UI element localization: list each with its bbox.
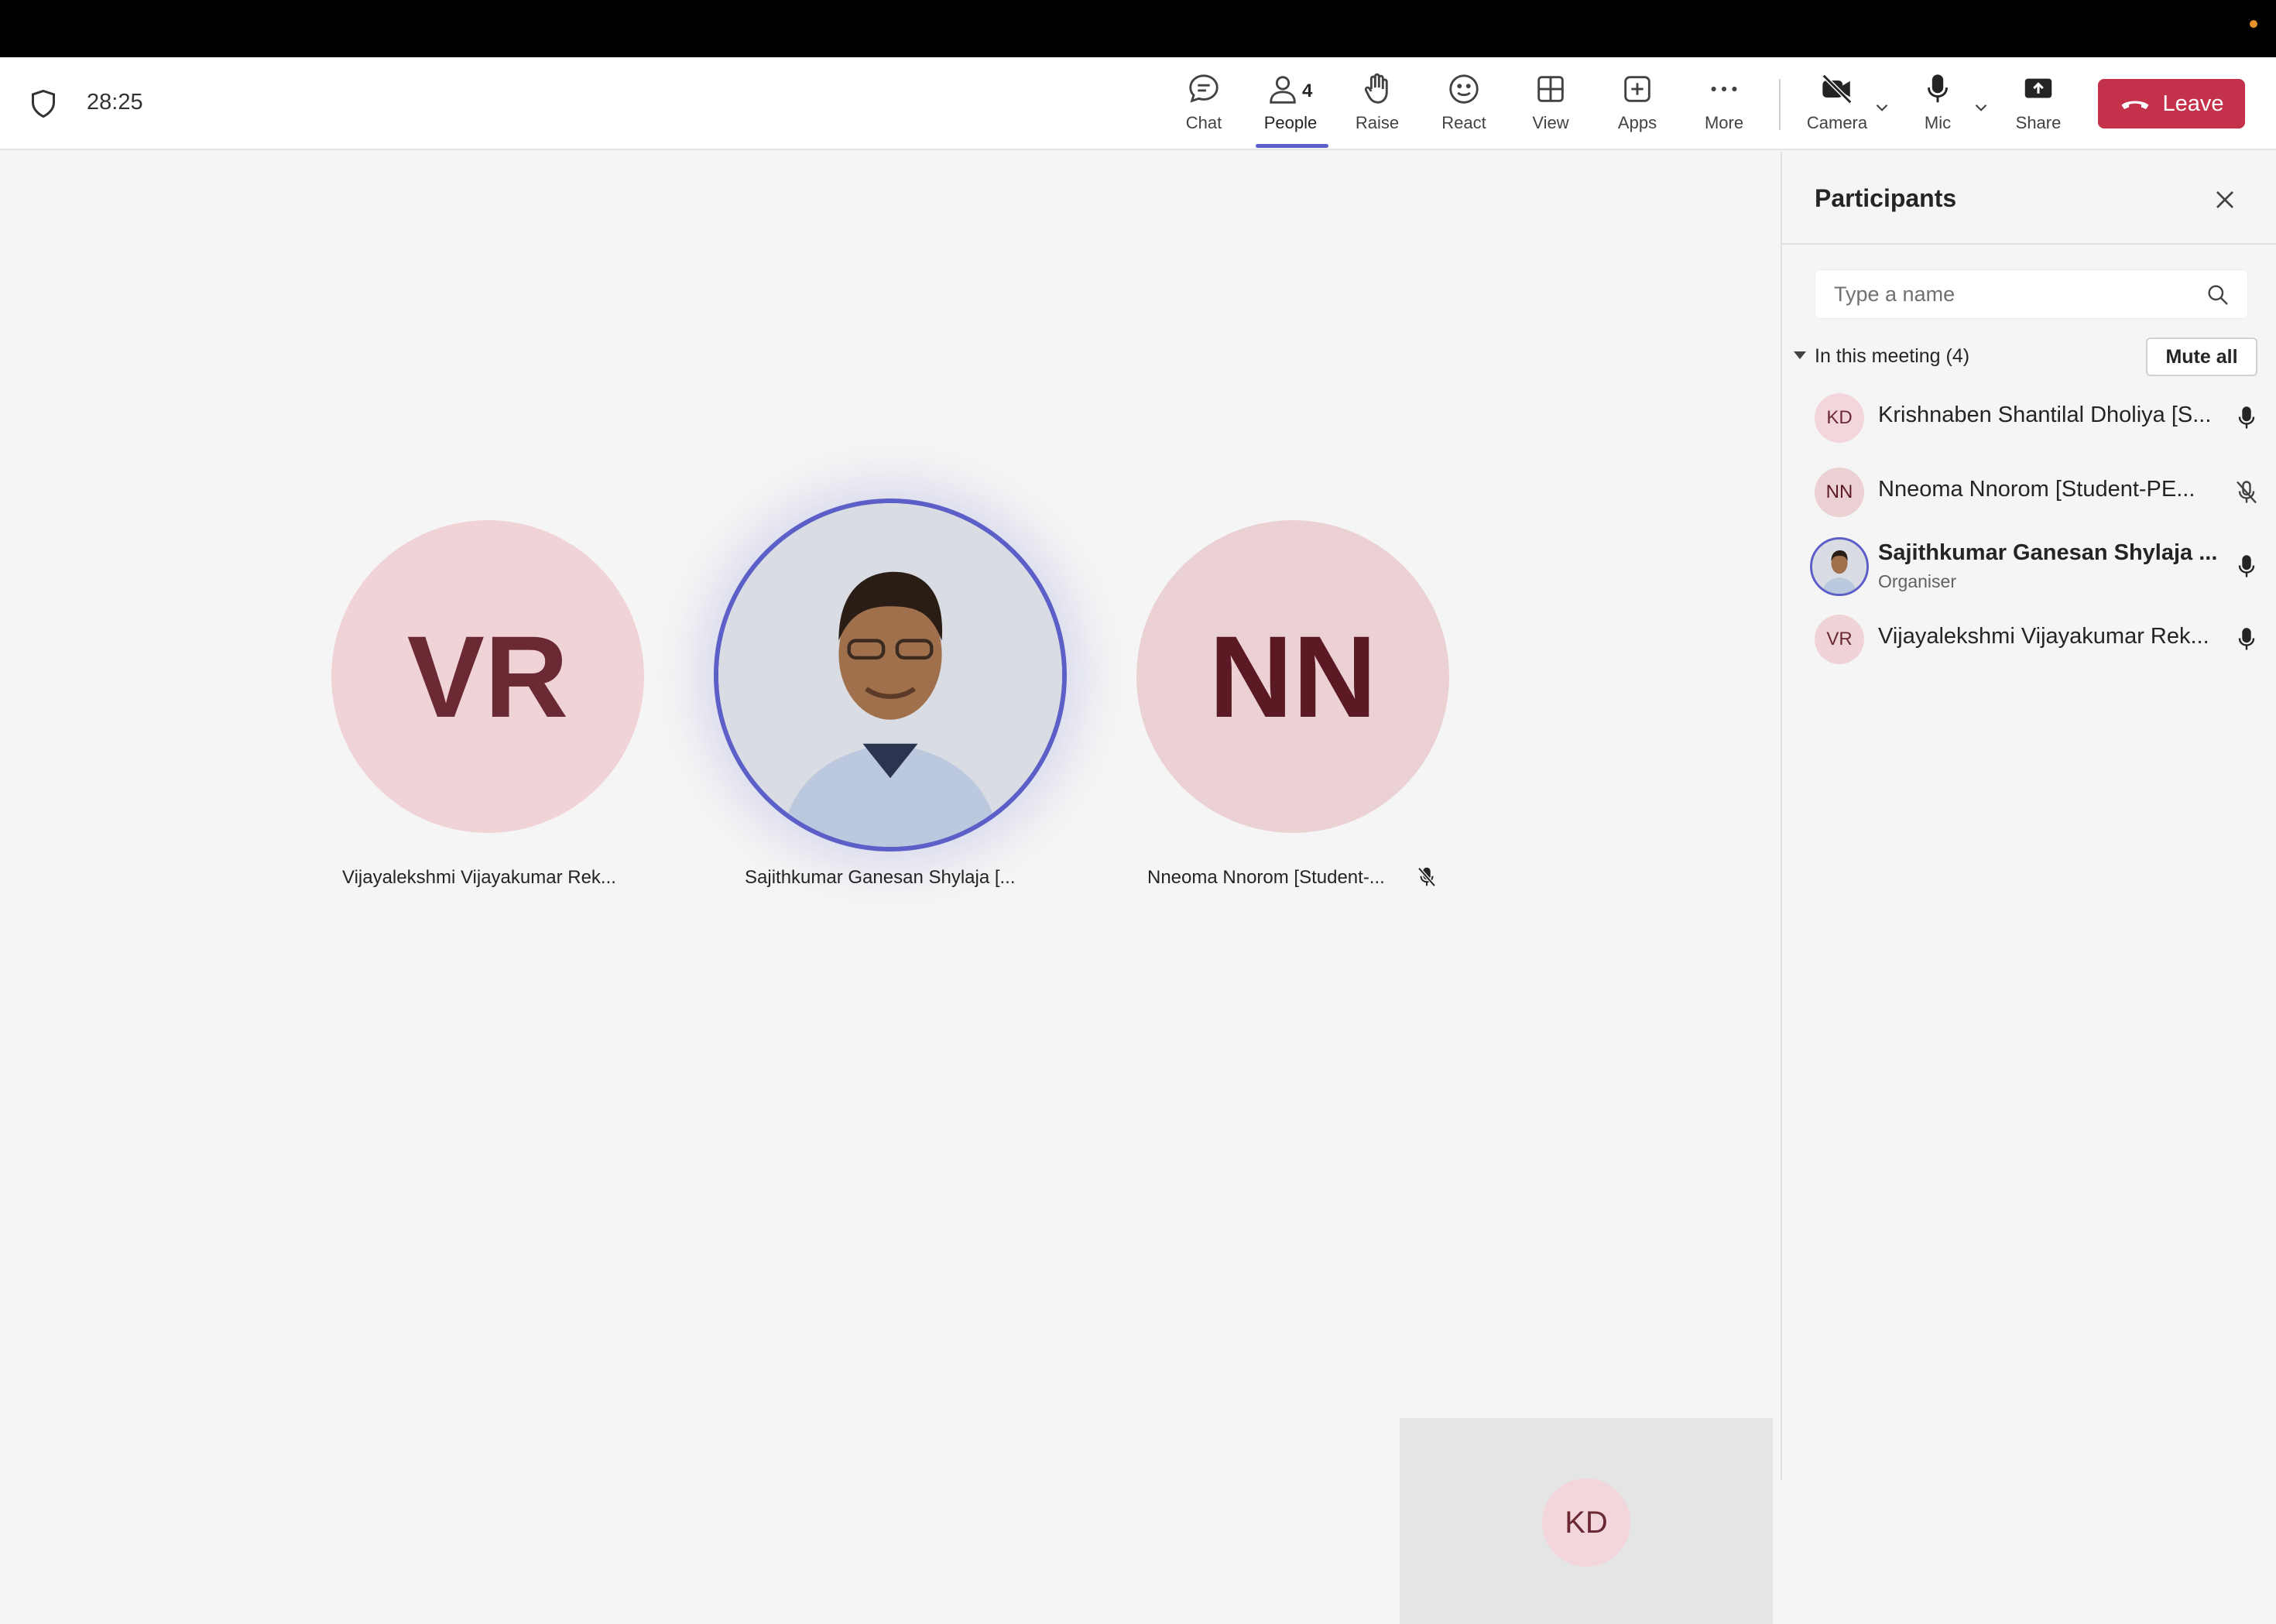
react-button[interactable]: React	[1421, 71, 1507, 141]
plus-square-icon	[1624, 76, 1650, 102]
microphone-icon	[2238, 555, 2255, 577]
hand-icon	[1364, 73, 1388, 104]
close-icon[interactable]	[2209, 184, 2240, 215]
meeting-toolbar: 28:25 Chat People 4 Raise React View App…	[0, 57, 2276, 150]
leave-button[interactable]: Leave	[2098, 79, 2245, 128]
more-label: More	[1704, 113, 1744, 132]
search-icon[interactable]	[2206, 283, 2230, 307]
panel-title: Participants	[1815, 184, 1957, 212]
search-input[interactable]	[1834, 270, 2190, 318]
avatar-photo	[1810, 537, 1869, 596]
participant-name: Krishnaben Shantilal Dholiya [S...	[1878, 403, 2212, 427]
microphone-icon	[1928, 74, 1948, 103]
avatar: NN	[1136, 520, 1449, 833]
smiley-icon	[1449, 74, 1479, 104]
participant-row[interactable]: KD Krishnaben Shantilal Dholiya [S...	[1815, 389, 2264, 447]
caret-down-icon[interactable]	[1793, 350, 1807, 361]
people-button[interactable]: People	[1247, 71, 1334, 141]
chat-icon	[1189, 74, 1219, 103]
share-screen-icon	[2024, 78, 2052, 98]
tile-name: Sajithkumar Ganesan Shylaja [...	[745, 867, 1016, 888]
leave-label: Leave	[2162, 91, 2224, 116]
os-menu-bar	[0, 0, 2276, 57]
share-label: Share	[2015, 113, 2062, 132]
grid-icon	[1537, 76, 1564, 102]
panel-divider	[1782, 243, 2276, 245]
raise-hand-button[interactable]: Raise	[1334, 71, 1421, 141]
tile-name: Vijayalekshmi Vijayakumar Rek...	[342, 867, 616, 888]
camera-label: Camera	[1806, 113, 1868, 132]
meeting-timer: 28:25	[87, 90, 143, 115]
camera-options-chevron-down-icon[interactable]	[1872, 98, 1892, 118]
avatar: VR	[331, 520, 644, 833]
shield-icon[interactable]	[29, 88, 57, 119]
meeting-stage: VR Vijayalekshmi Vijayakumar Rek... Saji…	[0, 152, 1781, 1624]
recording-indicator-dot	[2250, 20, 2257, 28]
avatar: KD	[1815, 393, 1864, 443]
people-label: People	[1263, 113, 1318, 132]
view-button[interactable]: View	[1507, 71, 1594, 141]
participant-row-organiser[interactable]: Sajithkumar Ganesan Shylaja ... Organise…	[1810, 536, 2264, 596]
microphone-icon	[2238, 406, 2255, 429]
mic-button[interactable]: Mic	[1894, 71, 1981, 141]
react-label: React	[1441, 113, 1486, 132]
avatar-photo	[714, 499, 1067, 851]
microphone-icon	[2238, 628, 2255, 650]
chat-button[interactable]: Chat	[1160, 71, 1247, 141]
mic-label: Mic	[1924, 113, 1952, 132]
person-icon	[1270, 76, 1296, 104]
camera-button[interactable]: Camera	[1794, 71, 1880, 141]
section-label: In this meeting (4)	[1815, 345, 1970, 367]
participant-name: Vijayalekshmi Vijayakumar Rek...	[1878, 624, 2209, 649]
apps-button[interactable]: Apps	[1594, 71, 1681, 141]
camera-off-icon	[1822, 74, 1853, 104]
view-label: View	[1532, 113, 1569, 132]
more-button[interactable]: More	[1681, 71, 1767, 141]
people-active-indicator	[1256, 144, 1328, 148]
mic-options-chevron-down-icon[interactable]	[1971, 98, 1991, 118]
person-photo-icon	[1812, 540, 1866, 594]
tile-name: Nneoma Nnorom [Student-...	[1147, 867, 1385, 888]
person-photo-icon	[718, 503, 1062, 847]
mic-muted-icon	[1417, 867, 1436, 887]
toolbar-divider	[1779, 79, 1781, 130]
participant-search[interactable]	[1815, 269, 2248, 319]
participant-name: Sajithkumar Ganesan Shylaja ...	[1878, 540, 2218, 565]
avatar: VR	[1815, 615, 1864, 664]
avatar: NN	[1815, 468, 1864, 517]
people-count-badge: 4	[1302, 81, 1313, 101]
self-view-tile[interactable]: KD	[1400, 1418, 1773, 1624]
participants-panel: Participants In this meeting (4) Mute al…	[1781, 152, 2276, 1480]
participant-role: Organiser	[1878, 571, 1956, 591]
participant-row[interactable]: VR Vijayalekshmi Vijayakumar Rek...	[1815, 610, 2264, 669]
mute-all-button[interactable]: Mute all	[2146, 337, 2257, 376]
participant-name: Nneoma Nnorom [Student-PE...	[1878, 477, 2195, 502]
hang-up-phone-icon	[2121, 101, 2149, 109]
mic-muted-icon	[2237, 481, 2257, 504]
chat-label: Chat	[1185, 113, 1222, 132]
avatar: KD	[1542, 1478, 1630, 1567]
participant-row[interactable]: NN Nneoma Nnorom [Student-PE...	[1815, 463, 2264, 522]
raise-label: Raise	[1355, 113, 1400, 132]
ellipsis-icon	[1711, 86, 1737, 92]
apps-label: Apps	[1617, 113, 1657, 132]
share-button[interactable]: Share	[1995, 71, 2082, 141]
in-meeting-section-header[interactable]: In this meeting (4) Mute all	[1793, 337, 2257, 376]
